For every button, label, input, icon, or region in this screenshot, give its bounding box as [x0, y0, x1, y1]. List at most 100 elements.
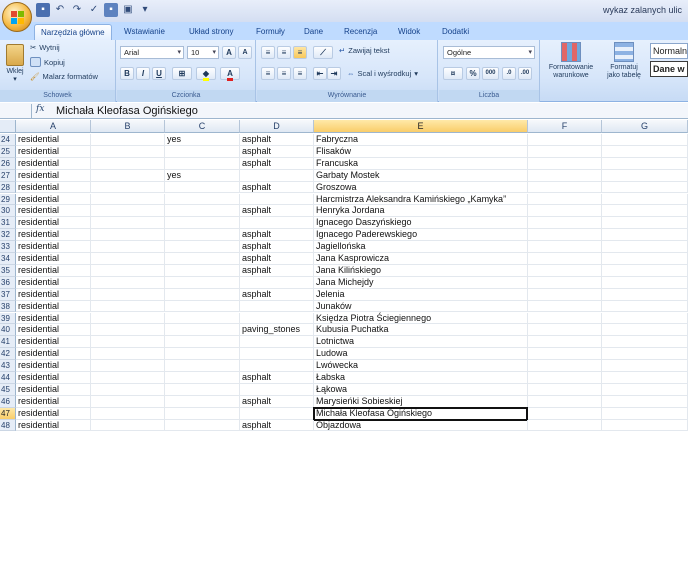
redo-icon[interactable]: ↷	[70, 3, 84, 17]
tab-data[interactable]: Dane	[298, 24, 329, 40]
cell-d[interactable]: asphalt	[240, 205, 314, 218]
cell-b[interactable]	[91, 157, 165, 170]
cell-d[interactable]: asphalt	[240, 229, 314, 242]
cell-g[interactable]	[602, 276, 688, 289]
cell-g[interactable]	[602, 407, 688, 420]
cell-d[interactable]	[240, 336, 314, 349]
number-format-select[interactable]: Ogólne	[443, 46, 535, 59]
cell-f[interactable]	[528, 407, 602, 420]
cell-b[interactable]	[91, 205, 165, 218]
spell-icon[interactable]: ✓	[87, 3, 101, 17]
cell-d[interactable]: asphalt	[240, 145, 314, 158]
cell-c[interactable]	[165, 253, 240, 265]
cell-b[interactable]	[91, 324, 165, 337]
row-header[interactable]: 31	[0, 217, 16, 230]
cell-e[interactable]: Księdza Piotra Ściegiennego	[314, 312, 528, 325]
cell-f[interactable]	[528, 395, 602, 408]
save-icon[interactable]: ▪	[36, 3, 50, 17]
row-header[interactable]: 25	[0, 145, 16, 158]
cell-c[interactable]	[165, 157, 240, 170]
cell-c[interactable]	[165, 419, 240, 432]
align-middle-button[interactable]: ≡	[277, 46, 291, 59]
cell-b[interactable]	[91, 193, 165, 206]
cell-g[interactable]	[602, 264, 688, 277]
cell-e[interactable]: Lwówecka	[314, 360, 528, 372]
cell-b[interactable]	[91, 288, 165, 301]
cell-f[interactable]	[528, 324, 602, 337]
wrap-text-button[interactable]: ↵ Zawijaj tekst	[339, 46, 390, 55]
cell-c[interactable]	[165, 324, 240, 337]
cell-a[interactable]: residential	[16, 157, 91, 170]
cell-c[interactable]	[165, 145, 240, 158]
cell-e[interactable]: Garbaty Mostek	[314, 169, 528, 182]
row-header[interactable]: 24	[0, 134, 16, 146]
cell-b[interactable]	[91, 264, 165, 277]
cell-c[interactable]	[165, 217, 240, 230]
cell-f[interactable]	[528, 276, 602, 289]
cell-f[interactable]	[528, 419, 602, 432]
row-header[interactable]: 42	[0, 348, 16, 361]
cell-d[interactable]	[240, 383, 314, 396]
cell-a[interactable]: residential	[16, 276, 91, 289]
cell-c[interactable]	[165, 229, 240, 242]
column-header-f[interactable]: F	[528, 120, 602, 133]
cell-b[interactable]	[91, 407, 165, 420]
cell-f[interactable]	[528, 193, 602, 206]
cell-g[interactable]	[602, 169, 688, 182]
cut-button[interactable]: ✂ Wytnij	[30, 43, 60, 52]
cell-e[interactable]: Jana Michejdy	[314, 276, 528, 289]
cell-b[interactable]	[91, 134, 165, 146]
shrink-font-button[interactable]: A	[238, 46, 252, 59]
preview-icon[interactable]: ▣	[121, 3, 135, 17]
cell-g[interactable]	[602, 134, 688, 146]
cell-f[interactable]	[528, 217, 602, 230]
italic-button[interactable]: I	[136, 67, 150, 80]
style-normal[interactable]: Normaln	[650, 43, 688, 59]
column-header-g[interactable]: G	[602, 120, 688, 133]
align-top-button[interactable]: ≡	[261, 46, 275, 59]
cell-g[interactable]	[602, 145, 688, 158]
cell-b[interactable]	[91, 169, 165, 182]
cell-b[interactable]	[91, 229, 165, 242]
cell-e[interactable]: Fabryczna	[314, 134, 528, 146]
row-header[interactable]: 41	[0, 336, 16, 349]
cell-a[interactable]: residential	[16, 383, 91, 396]
currency-button[interactable]: ¤	[443, 67, 463, 80]
cell-c[interactable]	[165, 205, 240, 218]
align-right-button[interactable]: ≡	[293, 67, 307, 80]
cell-c[interactable]	[165, 383, 240, 396]
cell-a[interactable]: residential	[16, 336, 91, 349]
cell-d[interactable]	[240, 407, 314, 420]
cell-f[interactable]	[528, 336, 602, 349]
cell-e[interactable]: Groszowa	[314, 181, 528, 194]
cell-c[interactable]	[165, 193, 240, 206]
cell-e[interactable]: Lotnictwa	[314, 336, 528, 349]
cell-c[interactable]: yes	[165, 134, 240, 146]
cell-g[interactable]	[602, 241, 688, 253]
cell-d[interactable]: asphalt	[240, 288, 314, 301]
cell-f[interactable]	[528, 383, 602, 396]
cell-d[interactable]: asphalt	[240, 157, 314, 170]
cell-g[interactable]	[602, 193, 688, 206]
cell-f[interactable]	[528, 157, 602, 170]
cell-f[interactable]	[528, 169, 602, 182]
cell-a[interactable]: residential	[16, 193, 91, 206]
cell-b[interactable]	[91, 395, 165, 408]
bold-button[interactable]: B	[120, 67, 134, 80]
cell-e[interactable]: Michała Kleofasa Ogińskiego	[314, 407, 528, 420]
cell-b[interactable]	[91, 145, 165, 158]
cell-a[interactable]: residential	[16, 145, 91, 158]
cell-f[interactable]	[528, 348, 602, 361]
cell-c[interactable]	[165, 360, 240, 372]
cell-d[interactable]	[240, 360, 314, 372]
cell-b[interactable]	[91, 276, 165, 289]
cell-a[interactable]: residential	[16, 419, 91, 432]
row-header[interactable]: 46	[0, 395, 16, 408]
cell-g[interactable]	[602, 229, 688, 242]
cell-g[interactable]	[602, 217, 688, 230]
font-color-button[interactable]: A	[220, 67, 240, 81]
cell-e[interactable]: Łąkowa	[314, 383, 528, 396]
cell-a[interactable]: residential	[16, 181, 91, 194]
column-header-c[interactable]: C	[165, 120, 240, 133]
font-name-select[interactable]: Arial	[120, 46, 184, 59]
